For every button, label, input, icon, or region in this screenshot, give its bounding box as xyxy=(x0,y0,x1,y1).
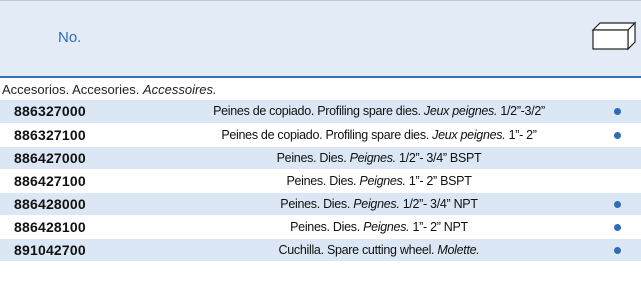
description-es: Peines. xyxy=(280,196,320,211)
section-title-es: Accesorios. xyxy=(2,82,70,97)
part-number: 886427000 xyxy=(0,146,164,170)
section-title-fr: Accessoires. xyxy=(142,82,217,97)
availability-cell xyxy=(594,100,641,124)
part-description: Cuchilla. Spare cutting wheel. Molette. xyxy=(164,238,594,262)
availability-cell xyxy=(594,238,641,262)
description-fr: Peignes. xyxy=(353,196,400,211)
blue-dot-icon xyxy=(614,200,621,208)
parts-table: 886327000 Peines de copiado. Profiling sp… xyxy=(0,100,641,262)
table-row: 886327100 Peines de copiado. Profiling sp… xyxy=(0,123,641,147)
part-number: 886428000 xyxy=(0,192,164,216)
size-spec: 1/2”- 3/4” NPT xyxy=(402,196,478,211)
table-row: 886427100 Peines. Dies. Peignes. 1”- 2” B… xyxy=(0,169,641,193)
part-number: 886327000 xyxy=(0,100,164,124)
part-number: 891042700 xyxy=(0,238,164,262)
size-spec: 1/2”-3/2” xyxy=(500,104,545,119)
description-en: Dies. xyxy=(329,173,357,188)
table-row: 886327000 Peines de copiado. Profiling sp… xyxy=(0,100,641,124)
size-spec: 1/2”- 3/4” BSPT xyxy=(399,150,482,165)
availability-cell xyxy=(594,169,641,193)
size-spec: 1”- 2” BSPT xyxy=(408,173,472,188)
part-number: 886327100 xyxy=(0,123,164,147)
column-header-no: No. xyxy=(58,29,82,46)
blue-dot-icon xyxy=(614,223,621,231)
description-es: Peines de copiado. xyxy=(221,127,323,142)
table-row: 886427000 Peines. Dies. Peignes. 1/2”- 3/… xyxy=(0,146,641,170)
part-number: 886427100 xyxy=(0,169,164,193)
description-fr: Peignes. xyxy=(349,150,397,165)
availability-cell xyxy=(594,123,641,147)
availability-cell xyxy=(594,215,641,239)
description-en: Profiling spare dies. xyxy=(317,104,421,119)
part-description: Peines. Dies. Peignes. 1”- 2” NPT xyxy=(164,215,594,239)
section-title-en: Accesories. xyxy=(72,82,140,97)
blue-dot-icon xyxy=(614,108,621,116)
part-description: Peines. Dies. Peignes. 1”- 2” BSPT xyxy=(164,169,594,193)
part-description: Peines de copiado. Profiling spare dies.… xyxy=(164,100,594,124)
part-description: Peines. Dies. Peignes. 1/2”- 3/4” NPT xyxy=(164,192,594,216)
description-fr: Peignes. xyxy=(363,219,410,234)
description-es: Peines. xyxy=(286,173,327,188)
availability-cell xyxy=(594,146,641,170)
box-icon xyxy=(591,21,637,51)
description-es: Peines. xyxy=(276,150,317,165)
description-en: Spare cutting wheel. xyxy=(326,242,435,257)
description-fr: Molette. xyxy=(437,242,480,257)
blue-dot-icon xyxy=(614,246,621,254)
table-row: 886428000 Peines. Dies. Peignes. 1/2”- 3/… xyxy=(0,192,641,216)
description-en: Dies. xyxy=(319,150,347,165)
description-fr: Peignes. xyxy=(359,173,406,188)
blue-dot-icon xyxy=(614,131,621,139)
table-row: 891042700 Cuchilla. Spare cutting wheel. … xyxy=(0,238,641,262)
part-description: Peines. Dies. Peignes. 1/2”- 3/4” BSPT xyxy=(164,146,594,170)
table-header: No. xyxy=(0,0,641,78)
table-row: 886428100 Peines. Dies. Peignes. 1”- 2” N… xyxy=(0,215,641,239)
description-fr: Jeux peignes. xyxy=(432,127,506,142)
part-description: Peines de copiado. Profiling spare dies.… xyxy=(164,123,594,147)
description-en: Dies. xyxy=(323,196,351,211)
description-es: Peines de copiado. xyxy=(213,104,315,119)
description-en: Dies. xyxy=(332,219,360,234)
description-es: Cuchilla. xyxy=(278,242,325,257)
size-spec: 1”- 2” xyxy=(508,127,537,142)
availability-cell xyxy=(594,192,641,216)
description-es: Peines. xyxy=(290,219,330,234)
part-number: 886428100 xyxy=(0,215,164,239)
description-en: Profiling spare dies. xyxy=(325,127,429,142)
section-title: Accesorios. Accesories. Accessoires. xyxy=(2,82,217,97)
description-fr: Jeux peignes. xyxy=(423,104,498,119)
size-spec: 1”- 2” NPT xyxy=(412,219,469,234)
